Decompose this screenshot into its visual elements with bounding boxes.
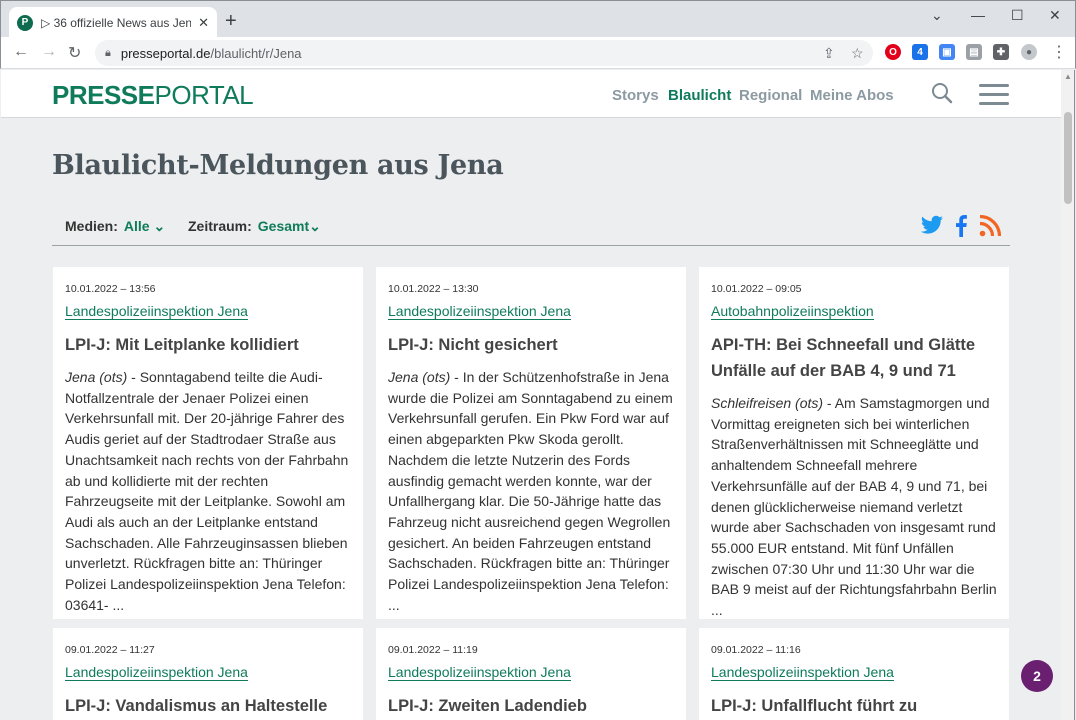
chevron-down-icon: ⌄ bbox=[153, 218, 166, 234]
presseportal-favicon-icon: P bbox=[17, 14, 33, 31]
news-title[interactable]: LPI-J: Mit Leitplanke kollidiert bbox=[65, 332, 351, 358]
filter-medien[interactable]: Medien: Alle ⌄ bbox=[65, 218, 165, 235]
url-text: presseportal.de/blaulicht/r/Jena bbox=[121, 46, 302, 61]
news-source-link[interactable]: Landespolizeiinspektion Jena bbox=[711, 664, 894, 681]
news-date: 09.01.2022 – 11:19 bbox=[388, 644, 478, 656]
nav-meine-abos[interactable]: Meine Abos bbox=[810, 87, 894, 104]
news-title[interactable]: API-TH: Bei Schneefall und Glätte Unfäll… bbox=[711, 332, 997, 384]
browser-menu-icon[interactable]: ⋮ bbox=[1051, 42, 1067, 62]
news-source-link[interactable]: Landespolizeiinspektion Jena bbox=[388, 664, 571, 681]
browser-toolbar: ← → ↻ 🔒︎ presseportal.de/blaulicht/r/Jen… bbox=[0, 37, 1076, 69]
page-viewport: PRESSEPORTAL Storys Blaulicht Regional M… bbox=[1, 70, 1061, 720]
nav-blaulicht[interactable]: Blaulicht bbox=[668, 87, 731, 104]
tab-close-icon[interactable]: ✕ bbox=[198, 15, 209, 31]
nav-storys[interactable]: Storys bbox=[612, 87, 659, 104]
news-card[interactable]: 09.01.2022 – 11:16 Landespolizeiinspekti… bbox=[699, 628, 1009, 720]
opera-extension-icon[interactable]: O bbox=[885, 44, 901, 60]
meet-extension-icon[interactable]: ▣ bbox=[939, 44, 955, 60]
site-header: PRESSEPORTAL Storys Blaulicht Regional M… bbox=[1, 70, 1061, 118]
logo-light-text: PORTAL bbox=[154, 80, 254, 110]
news-dateline: Jena (ots) bbox=[65, 369, 128, 385]
news-source-link[interactable]: Landespolizeiinspektion Jena bbox=[65, 664, 248, 681]
maximize-icon[interactable]: ☐ bbox=[1011, 7, 1024, 24]
news-date: 10.01.2022 – 09:05 bbox=[711, 283, 802, 295]
news-text: - Am Samstagmorgen und Vormittag ereigne… bbox=[711, 395, 997, 619]
news-title[interactable]: LPI-J: Nicht gesichert bbox=[388, 332, 674, 358]
news-source-link[interactable]: Autobahnpolizeiinspektion bbox=[711, 303, 874, 320]
news-source-link[interactable]: Landespolizeiinspektion Jena bbox=[65, 303, 248, 320]
nav-regional[interactable]: Regional bbox=[739, 87, 802, 104]
news-source-link[interactable]: Landespolizeiinspektion Jena bbox=[388, 303, 571, 320]
news-title[interactable]: LPI-J: Unfallflucht führt zu bbox=[711, 693, 997, 719]
news-teaser: Jena (ots) - In der Schützenhofstraße in… bbox=[388, 367, 674, 615]
extensions-puzzle-icon[interactable]: ✚ bbox=[993, 44, 1009, 60]
news-card[interactable]: 10.01.2022 – 13:30 Landespolizeiinspekti… bbox=[376, 267, 686, 619]
extension-badge-icon[interactable]: 4 bbox=[912, 44, 928, 60]
news-teaser: Jena (ots) - Sonntagabend teilte die Aud… bbox=[65, 367, 351, 615]
news-date: 10.01.2022 – 13:56 bbox=[65, 283, 156, 295]
chat-bubble-button[interactable]: 2 bbox=[1021, 660, 1053, 692]
address-bar[interactable]: 🔒︎ presseportal.de/blaulicht/r/Jena ⇪ ☆ bbox=[95, 40, 873, 66]
news-card[interactable]: 10.01.2022 – 09:05 Autobahnpolizeiinspek… bbox=[699, 267, 1009, 619]
news-title[interactable]: LPI-J: Zweiten Ladendieb aufgespürt bbox=[388, 693, 674, 720]
facebook-icon[interactable] bbox=[954, 215, 968, 237]
search-icon[interactable] bbox=[931, 82, 953, 104]
reload-icon[interactable]: ↻ bbox=[68, 43, 81, 63]
close-window-icon[interactable]: ✕ bbox=[1049, 7, 1061, 24]
chevron-down-icon: ⌄ bbox=[309, 218, 321, 234]
back-icon[interactable]: ← bbox=[13, 43, 29, 61]
news-card[interactable]: 10.01.2022 – 13:56 Landespolizeiinspekti… bbox=[53, 267, 363, 619]
extension-badge-count: 4 bbox=[917, 46, 923, 58]
news-card[interactable]: 09.01.2022 – 11:27 Landespolizeiinspekti… bbox=[53, 628, 363, 720]
news-teaser: Schleifreisen (ots) - Am Samstagmorgen u… bbox=[711, 393, 997, 619]
filter-zeitraum[interactable]: Zeitraum: Gesamt⌄ bbox=[188, 218, 321, 235]
news-date: 10.01.2022 – 13:30 bbox=[388, 283, 479, 295]
logo-bold-text: PRESSE bbox=[52, 80, 155, 110]
forward-icon[interactable]: → bbox=[41, 43, 57, 61]
tab-title: ▷ 36 offizielle News aus Jena 2022 bbox=[41, 15, 191, 30]
url-host: presseportal.de bbox=[120, 45, 211, 61]
filter-medien-value: Alle bbox=[123, 218, 150, 234]
new-tab-button[interactable]: + bbox=[225, 11, 237, 31]
news-dateline: Schleifreisen (ots) bbox=[711, 395, 824, 411]
scrollbar-thumb[interactable] bbox=[1064, 112, 1072, 204]
page-scrollbar[interactable]: ▲ bbox=[1061, 70, 1075, 720]
reader-extension-icon[interactable]: ▤ bbox=[966, 44, 982, 60]
news-dateline: Jena (ots) bbox=[388, 369, 451, 385]
tab-search-icon[interactable]: ⌄ bbox=[931, 7, 943, 24]
twitter-icon[interactable] bbox=[920, 215, 944, 237]
filter-zeitraum-label: Zeitraum: bbox=[188, 218, 252, 234]
hamburger-menu-icon[interactable] bbox=[979, 84, 1009, 111]
minimize-icon[interactable]: — bbox=[971, 7, 985, 23]
chat-count: 2 bbox=[1033, 668, 1041, 684]
browser-tab[interactable]: P ▷ 36 offizielle News aus Jena 2022 ✕ bbox=[9, 7, 217, 38]
news-text: - In der Schützenhofstraße in Jena wurde… bbox=[388, 369, 673, 613]
rss-icon[interactable] bbox=[979, 215, 1001, 237]
filter-divider bbox=[52, 245, 1010, 246]
page-title: Blaulicht-Meldungen aus Jena bbox=[52, 150, 504, 181]
news-title[interactable]: LPI-J: Vandalismus an Haltestelle bbox=[65, 693, 351, 719]
news-text: - Sonntagabend teilte die Audi-Notfallze… bbox=[65, 369, 349, 613]
lock-icon[interactable]: 🔒︎ bbox=[105, 47, 111, 60]
profile-avatar-icon[interactable]: ● bbox=[1021, 44, 1037, 60]
filter-zeitraum-value: Gesamt bbox=[257, 218, 310, 234]
news-date: 09.01.2022 – 11:16 bbox=[711, 644, 801, 656]
news-card[interactable]: 09.01.2022 – 11:19 Landespolizeiinspekti… bbox=[376, 628, 686, 720]
url-path: /blaulicht/r/Jena bbox=[210, 45, 302, 61]
news-date: 09.01.2022 – 11:27 bbox=[65, 644, 155, 656]
filter-medien-label: Medien: bbox=[65, 218, 118, 234]
presseportal-logo[interactable]: PRESSEPORTAL bbox=[52, 80, 254, 111]
browser-tabbar: P ▷ 36 offizielle News aus Jena 2022 ✕ +… bbox=[0, 0, 1076, 38]
bookmark-star-icon[interactable]: ☆ bbox=[851, 45, 864, 62]
scroll-up-icon[interactable]: ▲ bbox=[1064, 72, 1072, 81]
share-icon[interactable]: ⇪ bbox=[823, 45, 835, 62]
